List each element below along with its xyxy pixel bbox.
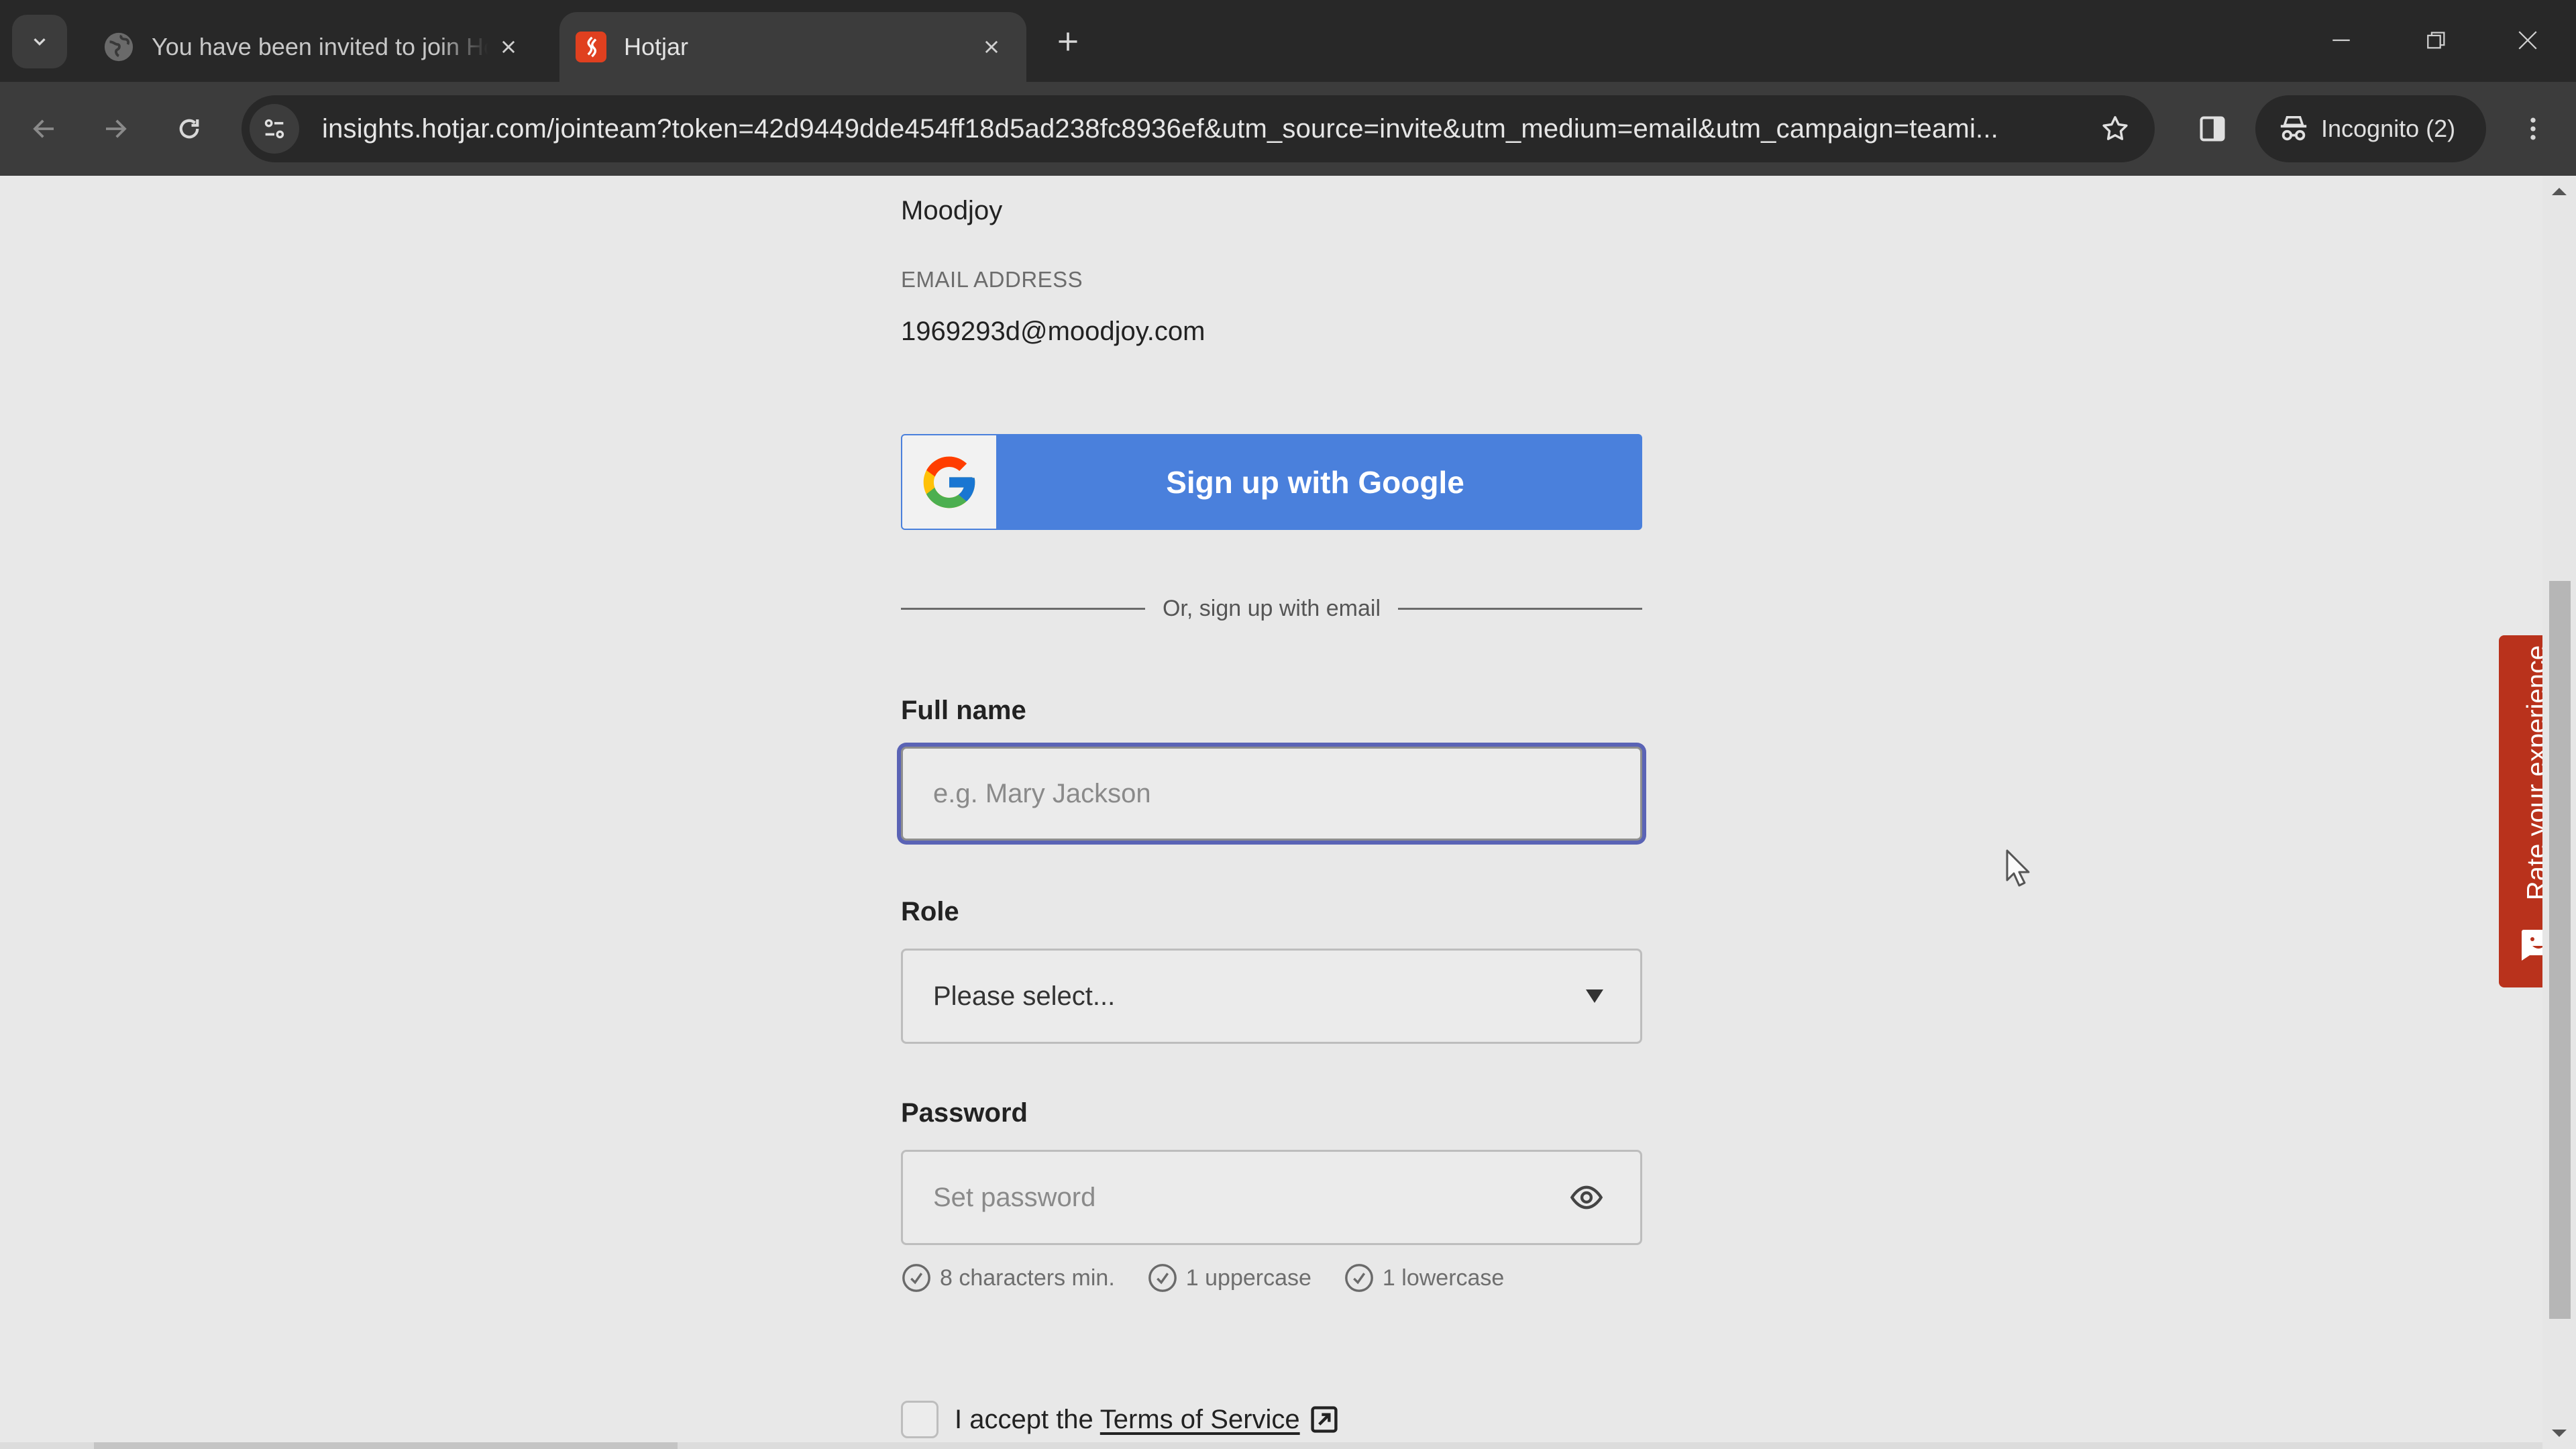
horizontal-scrollbar[interactable] [0, 1442, 2542, 1449]
scroll-up-arrow[interactable] [2552, 188, 2567, 195]
divider-line [901, 607, 1145, 610]
tab-strip: You have been invited to join Hotjar Hot… [0, 0, 2576, 82]
password-field[interactable] [901, 1150, 1642, 1245]
bookmark-button[interactable] [2092, 105, 2139, 152]
browser-menu-button[interactable] [2509, 105, 2557, 153]
hint-text: 1 uppercase [1185, 1265, 1311, 1291]
side-panel-icon [2200, 116, 2225, 142]
mouse-cursor-icon [2006, 849, 2030, 887]
new-tab-button[interactable] [1046, 20, 1089, 63]
password-hint: 1 uppercase [1147, 1263, 1311, 1293]
role-label: Role [901, 897, 959, 926]
full-name-field[interactable] [901, 747, 1642, 841]
more-vert-icon [2530, 117, 2536, 140]
check-circle-icon [902, 1264, 930, 1292]
page-viewport: Moodjoy EMAIL ADDRESS 1969293d@moodjoy.c… [0, 176, 2576, 1449]
close-icon [502, 40, 515, 54]
tab-invitation[interactable]: You have been invited to join Hotjar [87, 12, 543, 82]
divider-text: Or, sign up with email [1162, 595, 1381, 621]
check-circle-icon [1148, 1264, 1177, 1292]
address-bar[interactable]: insights.hotjar.com/jointeam?token=42d94… [241, 95, 2155, 162]
back-button[interactable] [20, 105, 68, 153]
restore-button[interactable] [2396, 12, 2477, 68]
star-icon [2102, 116, 2128, 140]
browser-toolbar: insights.hotjar.com/jointeam?token=42d94… [0, 82, 2576, 176]
reload-button[interactable] [165, 105, 213, 153]
password-label: Password [901, 1098, 1028, 1128]
terms-prefix: I accept the [955, 1404, 1093, 1434]
show-password-button[interactable] [1566, 1177, 1607, 1218]
tab-close-button[interactable] [488, 27, 529, 67]
google-button-label: Sign up with Google [1166, 464, 1464, 500]
incognito-label: Incognito (2) [2321, 115, 2456, 142]
minimize-button[interactable] [2301, 12, 2381, 68]
password-requirements: 8 characters min. 1 uppercase 1 lowercas… [901, 1263, 1536, 1293]
tab-hotjar[interactable]: Hotjar [559, 12, 1026, 82]
eye-icon [1570, 1185, 1603, 1210]
terms-row: I accept the Terms of Service [901, 1401, 1339, 1438]
hint-text: 8 characters min. [940, 1265, 1115, 1291]
tab-close-button[interactable] [971, 27, 1012, 67]
tab-title: You have been invited to join Hotjar [152, 33, 488, 60]
incognito-indicator[interactable]: Incognito (2) [2255, 95, 2486, 162]
role-selected-value: Please select... [933, 981, 1116, 1011]
hotjar-logo-icon [576, 32, 606, 62]
side-panel-button[interactable] [2188, 105, 2237, 153]
sign-up-with-google-button[interactable]: Sign up with Google [901, 434, 1642, 530]
full-name-input[interactable] [903, 749, 1640, 839]
password-hint: 1 lowercase [1344, 1263, 1504, 1293]
tab-title: Hotjar [624, 33, 689, 60]
tune-icon [264, 119, 284, 139]
arrow-left-icon [33, 119, 54, 138]
role-select[interactable]: Please select... [901, 949, 1642, 1044]
globe-icon [103, 32, 134, 62]
email-address-value: 1969293d@moodjoy.com [901, 317, 1205, 346]
window-close-button[interactable] [2487, 12, 2568, 68]
accept-terms-checkbox[interactable] [901, 1401, 938, 1438]
close-icon [985, 40, 998, 54]
scrollbar-thumb[interactable] [2549, 581, 2571, 1319]
chevron-down-icon [34, 38, 46, 46]
check-circle-icon [1345, 1264, 1373, 1292]
company-name: Moodjoy [901, 196, 1003, 225]
external-link-icon[interactable] [1309, 1405, 1339, 1434]
site-info-button[interactable] [250, 104, 299, 154]
email-address-label: EMAIL ADDRESS [901, 267, 1083, 292]
arrow-right-icon [106, 119, 127, 138]
hint-text: 1 lowercase [1382, 1265, 1505, 1291]
full-name-label: Full name [901, 696, 1026, 725]
close-icon [2518, 31, 2537, 50]
url-text[interactable]: insights.hotjar.com/jointeam?token=42d94… [322, 114, 2092, 144]
horizontal-scrollbar-thumb[interactable] [94, 1442, 678, 1449]
or-divider: Or, sign up with email [901, 592, 1642, 625]
password-input[interactable] [903, 1152, 1566, 1243]
password-hint: 8 characters min. [901, 1263, 1115, 1293]
terms-of-service-link[interactable]: Terms of Service [1100, 1405, 1300, 1435]
incognito-icon [2280, 116, 2307, 141]
forward-button[interactable] [91, 105, 140, 153]
google-logo-icon [923, 456, 975, 508]
divider-line [1398, 607, 1642, 610]
minimize-icon [2332, 39, 2350, 42]
restore-icon [2427, 32, 2445, 49]
scroll-down-arrow[interactable] [2552, 1430, 2567, 1437]
tab-search-button[interactable] [12, 15, 67, 68]
google-logo-box [902, 435, 996, 529]
reload-icon [179, 119, 199, 139]
plus-icon [1059, 32, 1077, 51]
caret-down-icon [1586, 989, 1603, 1003]
vertical-scrollbar[interactable] [2542, 176, 2576, 1449]
